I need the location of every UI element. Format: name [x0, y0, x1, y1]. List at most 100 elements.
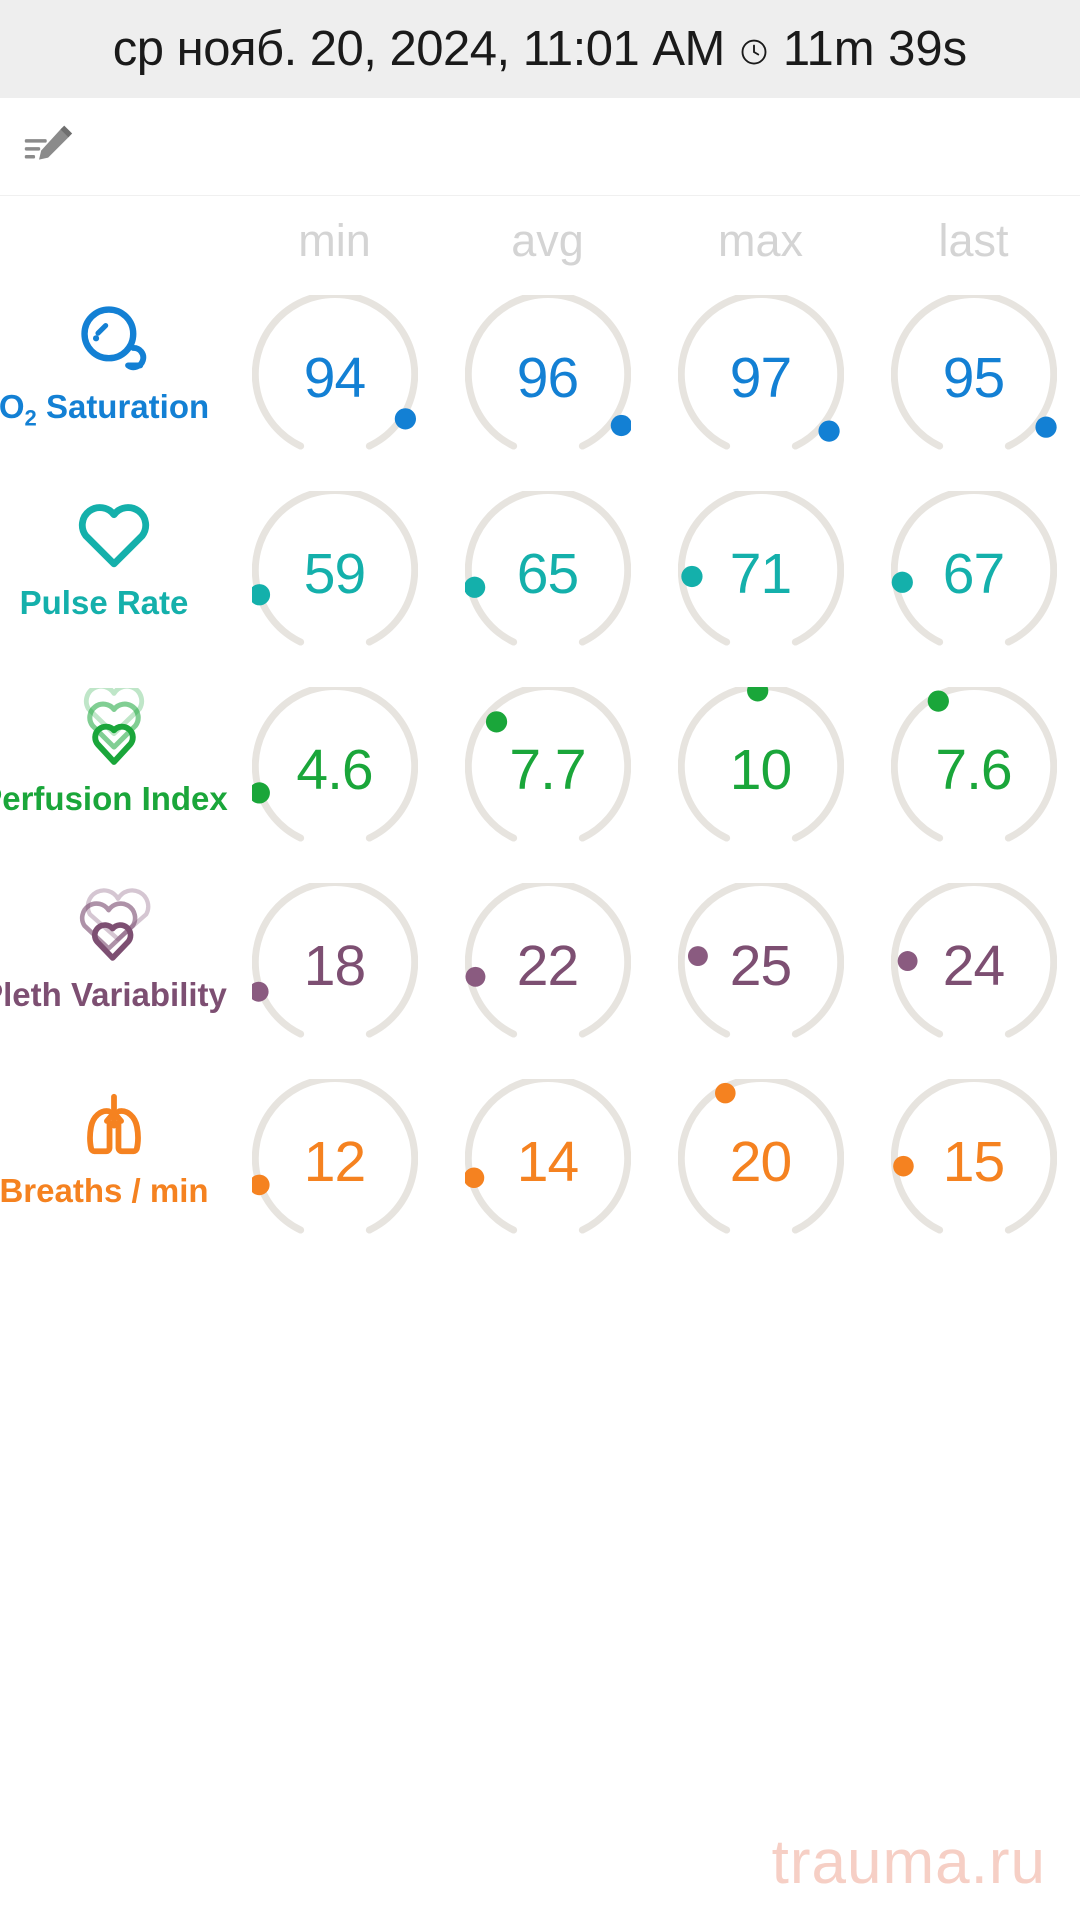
gauge-pleth-max: 25 — [677, 883, 844, 1049]
gauge-o2-last: 95 — [890, 295, 1057, 461]
gauge-cell-min[interactable]: 94 — [228, 280, 441, 476]
gauge-value-perfusion-min: 4.6 — [296, 738, 373, 802]
gauge-value-breaths-max: 20 — [729, 1130, 792, 1194]
vital-label-cell: Perfusion Index — [0, 672, 228, 868]
gauge-perfusion-max: 10 — [677, 687, 844, 853]
edit-note-icon[interactable] — [22, 120, 78, 176]
gauge-value-pleth-last: 24 — [942, 934, 1005, 998]
gauge-value-pleth-max: 25 — [729, 934, 792, 998]
gauge-breaths-min: 12 — [251, 1079, 418, 1245]
vital-row-o2-saturation[interactable]: O2 Saturation 94 96 97 95 — [0, 280, 1080, 476]
gauge-cell-max[interactable]: 71 — [654, 476, 867, 672]
gauge-value-o2-min: 94 — [303, 346, 366, 410]
gauge-pleth-min: 18 — [251, 883, 418, 1049]
gauge-perfusion-min: 4.6 — [251, 687, 418, 853]
gauge-cell-min[interactable]: 12 — [228, 1064, 441, 1260]
gauge-perfusion-last: 7.6 — [890, 687, 1057, 853]
gauge-pulse-last: 67 — [890, 491, 1057, 657]
vital-label-cell: O2 Saturation — [0, 280, 228, 476]
gauge-cell-last[interactable]: 15 — [867, 1064, 1080, 1260]
column-header-min-label: min — [298, 215, 371, 266]
header-bar: ср нояб. 20, 2024, 11:01 AM 11m 39s — [0, 0, 1080, 98]
gauge-value-o2-last: 95 — [942, 346, 1005, 410]
gauge-o2-avg: 96 — [464, 295, 631, 461]
vital-label-breaths-per-min: Breaths / min — [0, 1172, 209, 1209]
session-duration: 11m 39s — [782, 22, 968, 76]
gauge-o2-min: 94 — [251, 295, 418, 461]
vital-label-cell: Pulse Rate — [0, 476, 228, 672]
o2-subscript: 2 — [24, 405, 37, 431]
vital-label-pulse-rate: Pulse Rate — [19, 584, 189, 621]
gauge-value-breaths-avg: 14 — [516, 1130, 579, 1194]
gauge-pulse-min: 59 — [251, 491, 418, 657]
column-header-avg-label: avg — [511, 215, 584, 266]
gauge-pulse-avg: 65 — [464, 491, 631, 657]
heart-outline-icon — [0, 494, 228, 576]
vital-label-cell: Breaths / min — [0, 1064, 228, 1260]
column-header-max: max — [654, 215, 867, 267]
gauge-value-perfusion-max: 10 — [729, 738, 792, 802]
gauge-cell-max[interactable]: 20 — [654, 1064, 867, 1260]
gauge-cell-max[interactable]: 10 — [654, 672, 867, 868]
column-header-min: min — [228, 215, 441, 267]
o2-prefix: O — [0, 388, 25, 425]
vital-row-pleth-variability[interactable]: Pleth Variability 18 22 25 24 — [0, 868, 1080, 1064]
vital-label-perfusion-index: Perfusion Index — [0, 780, 228, 817]
gauge-cell-avg[interactable]: 22 — [441, 868, 654, 1064]
gauge-cell-last[interactable]: 24 — [867, 868, 1080, 1064]
lungs-icon — [0, 1082, 228, 1164]
gauge-value-perfusion-avg: 7.7 — [509, 738, 586, 802]
column-header-row: min avg max last — [0, 202, 1080, 280]
gauge-cell-avg[interactable]: 7.7 — [441, 672, 654, 868]
note-row[interactable] — [0, 98, 1080, 196]
nested-hearts-purple-icon — [0, 886, 228, 968]
vital-label-o2-saturation: O2 Saturation — [0, 388, 228, 432]
vital-row-perfusion-index[interactable]: Perfusion Index 4.6 7.7 10 7.6 — [0, 672, 1080, 868]
gauge-cell-last[interactable]: 7.6 — [867, 672, 1080, 868]
gauge-cell-last[interactable]: 67 — [867, 476, 1080, 672]
column-header-max-label: max — [717, 215, 803, 266]
gauge-cell-avg[interactable]: 14 — [441, 1064, 654, 1260]
gauge-value-breaths-last: 15 — [942, 1130, 1005, 1194]
nested-hearts-green-icon — [0, 688, 228, 772]
gauge-cell-avg[interactable]: 96 — [441, 280, 654, 476]
gauge-value-pulse-avg: 65 — [516, 542, 579, 606]
gauge-value-perfusion-last: 7.6 — [935, 738, 1012, 802]
column-header-avg: avg — [441, 215, 654, 267]
clock-icon — [739, 37, 769, 67]
gauge-value-pulse-last: 67 — [942, 542, 1005, 606]
watermark: trauma.ru — [771, 1828, 1046, 1897]
gauge-pleth-avg: 22 — [464, 883, 631, 1049]
gauge-value-o2-avg: 96 — [516, 346, 579, 410]
gauge-cell-max[interactable]: 25 — [654, 868, 867, 1064]
gauge-cell-min[interactable]: 4.6 — [228, 672, 441, 868]
vital-row-breaths-per-min[interactable]: Breaths / min 12 14 20 15 — [0, 1064, 1080, 1260]
gauge-cell-max[interactable]: 97 — [654, 280, 867, 476]
vitals-table: min avg max last O2 Saturation 94 96 97 … — [0, 196, 1080, 1260]
gauge-pulse-max: 71 — [677, 491, 844, 657]
column-header-last-label: last — [938, 215, 1009, 266]
vital-row-pulse-rate[interactable]: Pulse Rate 59 65 71 67 — [0, 476, 1080, 672]
gauge-cell-avg[interactable]: 65 — [441, 476, 654, 672]
gauge-pleth-last: 24 — [890, 883, 1057, 1049]
gauge-cell-last[interactable]: 95 — [867, 280, 1080, 476]
gauge-o2-max: 97 — [677, 295, 844, 461]
gauge-cell-min[interactable]: 18 — [228, 868, 441, 1064]
gauge-value-pleth-min: 18 — [303, 934, 366, 998]
gauge-cell-min[interactable]: 59 — [228, 476, 441, 672]
o2-label-main: Saturation — [45, 388, 210, 425]
vital-label-pleth-variability: Pleth Variability — [0, 976, 227, 1013]
o2-bubble-icon — [0, 298, 228, 380]
gauge-value-breaths-min: 12 — [303, 1130, 366, 1194]
gauge-breaths-max: 20 — [677, 1079, 844, 1245]
vitals-summary-screen: ср нояб. 20, 2024, 11:01 AM 11m 39s min … — [0, 0, 1080, 1920]
gauge-value-pleth-avg: 22 — [516, 934, 579, 998]
gauge-breaths-avg: 14 — [464, 1079, 631, 1245]
gauge-perfusion-avg: 7.7 — [464, 687, 631, 853]
session-datetime: ср нояб. 20, 2024, 11:01 AM — [112, 22, 726, 76]
gauge-value-o2-max: 97 — [729, 346, 792, 410]
vital-label-cell: Pleth Variability — [0, 868, 228, 1064]
column-header-last: last — [867, 215, 1080, 267]
gauge-value-pulse-max: 71 — [729, 542, 792, 606]
gauge-value-pulse-min: 59 — [303, 542, 366, 606]
